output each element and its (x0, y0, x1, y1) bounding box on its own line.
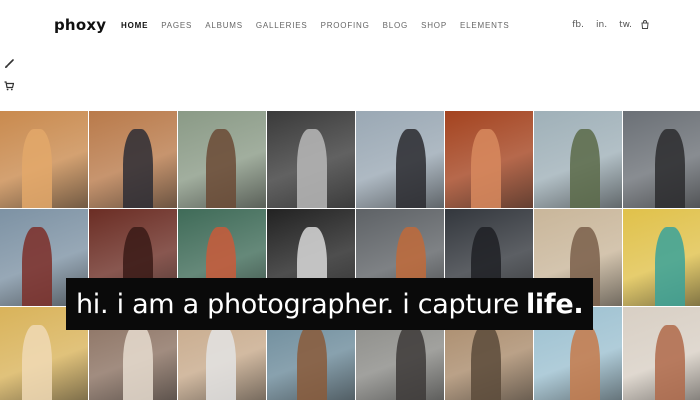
gallery-photo[interactable] (267, 111, 355, 208)
photo-subject (123, 325, 153, 400)
facebook-link[interactable]: fb. (572, 20, 584, 30)
photo-subject (22, 129, 52, 208)
social-links: fb. in. tw. (572, 20, 632, 30)
gallery-photo[interactable] (623, 307, 700, 400)
photo-subject (655, 129, 685, 208)
photo-subject (396, 325, 426, 400)
photo-subject (22, 325, 52, 400)
gallery-photo[interactable] (445, 111, 533, 208)
site-header: phoxy HOME PAGES ALBUMS GALLERIES PROOFI… (0, 0, 700, 110)
nav-item-pages[interactable]: PAGES (161, 21, 192, 30)
nav-item-elements[interactable]: ELEMENTS (460, 21, 510, 30)
photo-subject (655, 325, 685, 400)
gallery-photo[interactable] (178, 111, 266, 208)
photo-subject (396, 129, 426, 208)
tagline-lead: hi. i am a photographer. i capture (76, 288, 519, 320)
cart-icon[interactable] (4, 78, 15, 91)
photo-subject (471, 129, 501, 208)
photo-subject (297, 325, 327, 400)
photo-subject (570, 325, 600, 400)
photo-subject (570, 129, 600, 208)
photo-subject (655, 227, 685, 306)
shopping-bag-icon[interactable] (641, 20, 649, 29)
gallery-photo[interactable] (623, 209, 700, 306)
gallery-photo[interactable] (356, 111, 444, 208)
nav-item-albums[interactable]: ALBUMS (205, 21, 243, 30)
nav-item-home[interactable]: HOME (121, 21, 148, 30)
gallery-photo[interactable] (0, 111, 88, 208)
nav-item-blog[interactable]: BLOG (383, 21, 408, 30)
photo-subject (123, 129, 153, 208)
paintbrush-icon[interactable] (4, 56, 14, 68)
nav-item-galleries[interactable]: GALLERIES (256, 21, 308, 30)
nav-item-proofing[interactable]: PROOFING (321, 21, 370, 30)
photo-subject (471, 325, 501, 400)
instagram-link[interactable]: in. (596, 20, 607, 30)
photo-subject (22, 227, 52, 306)
twitter-link[interactable]: tw. (619, 20, 632, 30)
photo-subject (297, 129, 327, 208)
tagline-emphasis: life. (525, 288, 584, 320)
photo-subject (206, 325, 236, 400)
site-logo[interactable]: phoxy (54, 16, 106, 34)
photo-gallery-grid (0, 111, 700, 400)
gallery-photo[interactable] (623, 111, 700, 208)
photo-subject (206, 129, 236, 208)
main-nav: HOME PAGES ALBUMS GALLERIES PROOFING BLO… (121, 21, 522, 30)
nav-item-shop[interactable]: SHOP (421, 21, 447, 30)
gallery-photo[interactable] (89, 111, 177, 208)
hero-tagline: hi. i am a photographer. i capture life. (66, 278, 594, 330)
gallery-photo[interactable] (534, 111, 622, 208)
